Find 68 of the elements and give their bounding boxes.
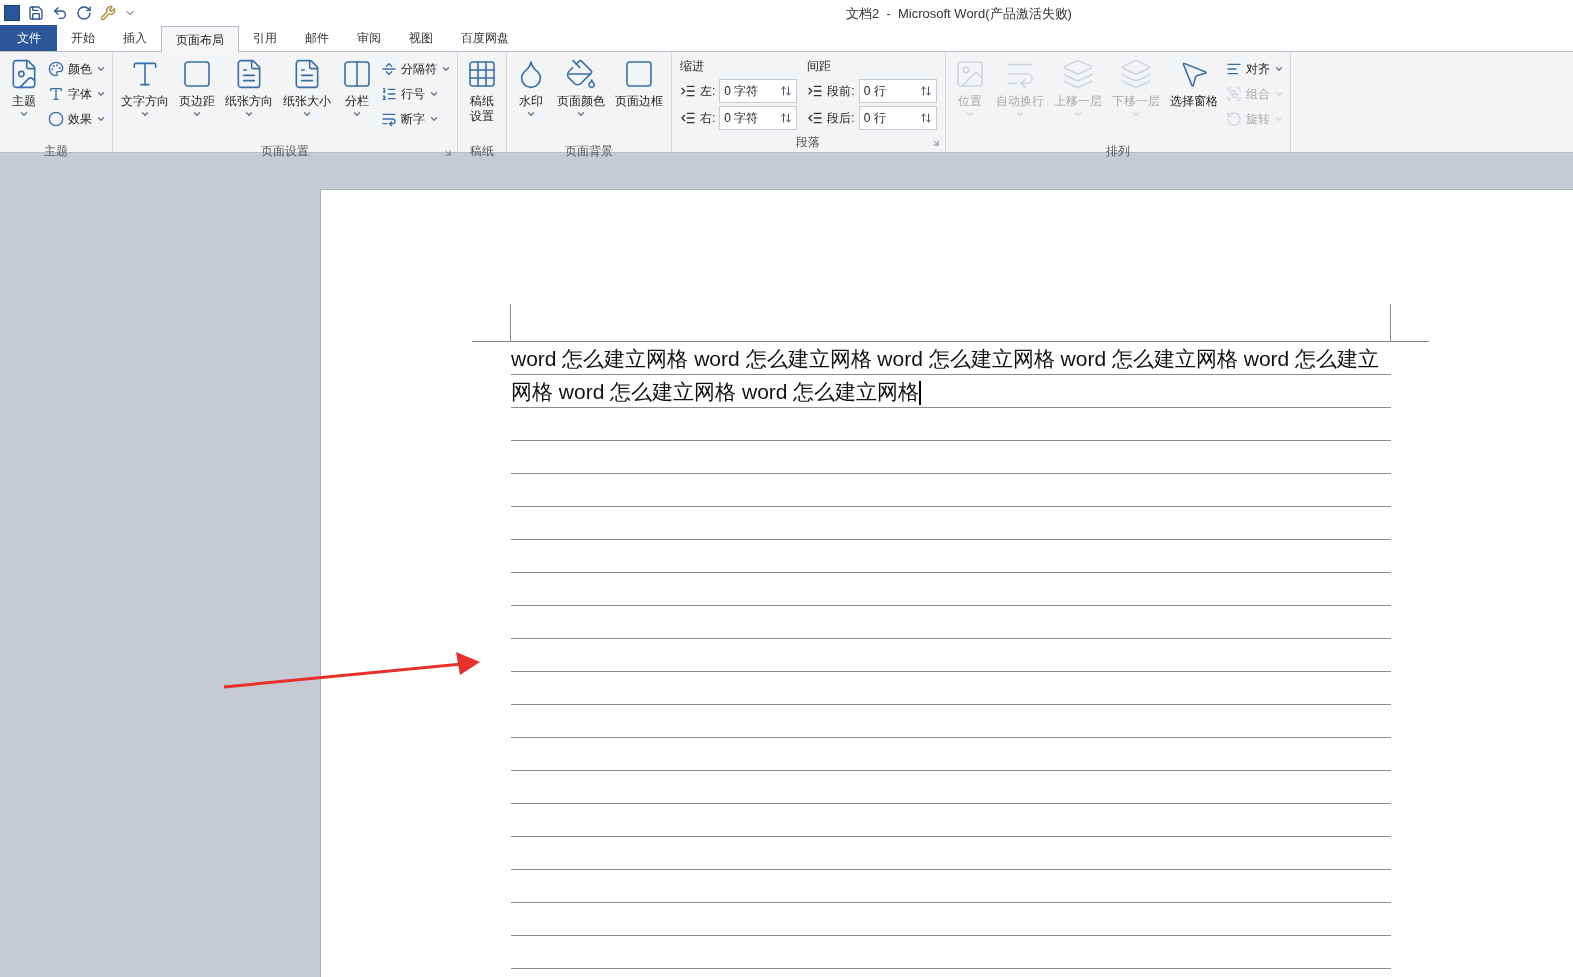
indent-icon (807, 110, 824, 126)
ribbon-button[interactable]: 行号 (379, 83, 453, 105)
ribbon-tab[interactable]: 开始 (57, 25, 109, 51)
group-label: 页面背景 (565, 143, 613, 160)
tool-icon (381, 61, 397, 77)
tool-icon (48, 86, 64, 102)
ribbon-tab[interactable]: 百度网盘 (447, 25, 523, 51)
ribbon-button[interactable]: 对齐 (1223, 58, 1286, 80)
ribbon-button[interactable]: 页边距 (175, 56, 219, 142)
ribbon-button[interactable]: 分隔符 (379, 58, 453, 80)
ribbon-button[interactable]: 选择窗格 (1165, 56, 1222, 142)
save-icon[interactable] (28, 4, 44, 21)
ribbon-button[interactable]: 断字 (379, 108, 453, 130)
ribbon-button[interactable]: 主题 (4, 56, 44, 142)
ribbon-button[interactable]: 纸张方向 (221, 56, 277, 142)
spin-field[interactable]: 0 行 (858, 106, 937, 130)
indent-icon (807, 83, 824, 99)
ribbon-button[interactable]: 颜色 (46, 58, 108, 80)
dialog-launcher-icon[interactable] (930, 138, 941, 148)
tool-icon (1225, 111, 1242, 127)
field-label: 段前: (827, 83, 855, 100)
tool-icon (381, 86, 397, 102)
field-label: 段后: (827, 110, 855, 127)
ribbon-button[interactable]: 水印 (511, 56, 551, 142)
tool-icon (381, 111, 397, 127)
ribbon-button[interactable]: 分栏 (337, 56, 377, 142)
tool-icon (1225, 86, 1242, 102)
indent-icon (680, 110, 696, 126)
redo-icon[interactable] (76, 4, 92, 21)
ribbon-tab[interactable]: 审阅 (343, 25, 395, 51)
spin-arrows-icon (919, 85, 932, 97)
tool-icon (48, 111, 64, 127)
ribbon-tab[interactable]: 插入 (109, 25, 161, 51)
ribbon-button[interactable]: 纸张大小 (279, 56, 335, 142)
ribbon-button[interactable]: 稿纸设置 (462, 56, 502, 142)
tool-icon (48, 61, 64, 77)
group-label: 稿纸 (470, 143, 494, 160)
window-title: 文档2 - Microsoft Word(产品激活失败) (846, 5, 1072, 23)
ribbon-tab[interactable]: 视图 (395, 25, 447, 51)
spin-arrows-icon (919, 112, 932, 124)
section-heading: 间距 (807, 58, 833, 75)
ribbon-button[interactable]: 效果 (46, 108, 108, 130)
ribbon-tab[interactable]: 引用 (239, 25, 291, 51)
section-heading: 缩进 (680, 58, 705, 75)
field-label: 右: (700, 110, 716, 127)
ribbon-button[interactable]: 页面边框 (611, 56, 667, 142)
field-label: 左: (700, 83, 716, 100)
spin-field[interactable]: 0 行 (858, 79, 937, 103)
ribbon-tab[interactable]: 页面布局 (161, 26, 239, 52)
ribbon-tab[interactable]: 邮件 (291, 25, 343, 51)
group-label: 排列 (1105, 143, 1130, 160)
tool-icon (1225, 61, 1242, 77)
dialog-launcher-icon[interactable] (443, 148, 453, 158)
group-label: 页面设置 (261, 143, 309, 160)
ribbon-tab[interactable]: 文件 (0, 25, 57, 51)
indent-icon (680, 83, 696, 99)
spin-field[interactable]: 0 字符 (719, 79, 798, 103)
ribbon-button[interactable]: 字体 (46, 83, 108, 105)
ribbon-button[interactable]: 文字方向 (117, 56, 173, 142)
spin-field[interactable]: 0 字符 (719, 106, 798, 130)
spin-arrows-icon (780, 85, 793, 97)
ribbon-button[interactable]: 页面颜色 (553, 56, 609, 142)
document-text: word 怎么建立网格 word 怎么建立网格 word 怎么建立网格 word 怎么建立网格 word 怎么建立网格 word 怎么建立网格 word 怎么建立网格 (511, 342, 1391, 408)
group-label: 段落 (796, 134, 821, 151)
spin-arrows-icon (780, 112, 793, 124)
tools-icon[interactable] (100, 4, 116, 21)
group-label: 主题 (44, 143, 68, 160)
undo-icon[interactable] (52, 4, 68, 21)
